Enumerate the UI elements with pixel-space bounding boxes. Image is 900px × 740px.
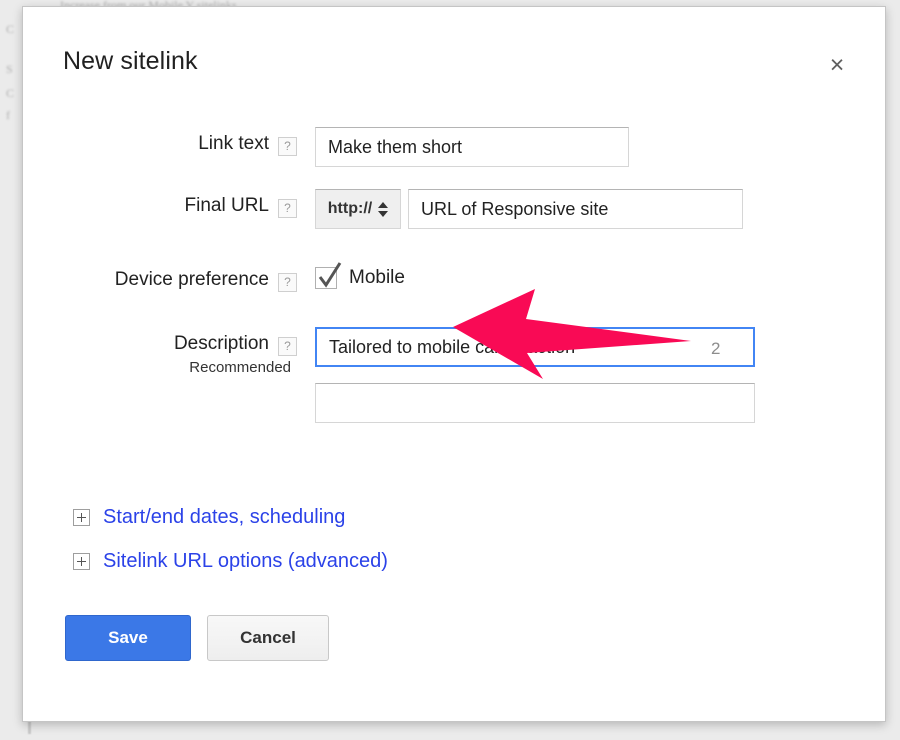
checkbox-box	[315, 262, 342, 289]
expander-start-end-dates-label: Start/end dates, scheduling	[103, 505, 346, 528]
help-icon-link-text[interactable]: ?	[278, 137, 297, 156]
checkmark-icon	[318, 262, 342, 288]
dialog-action-bar: Save Cancel	[65, 615, 329, 661]
sitelink-form: Link text ? Final URL ? http:// Device p…	[23, 125, 885, 441]
form-row-final-url: Final URL ? http://	[23, 187, 885, 261]
dialog-title: New sitelink	[63, 47, 198, 75]
form-row-link-text: Link text ?	[23, 125, 885, 187]
description-input-2[interactable]	[315, 383, 755, 423]
expandable-sections: Start/end dates, scheduling Sitelink URL…	[73, 495, 388, 583]
description-char-counter: 2	[711, 339, 721, 358]
close-icon[interactable]: ×	[823, 51, 851, 79]
backdrop-text: C	[6, 22, 15, 36]
final-url-label: Final URL	[184, 195, 269, 216]
final-url-input[interactable]	[408, 189, 743, 229]
backdrop-text: f	[6, 108, 10, 122]
cancel-button[interactable]: Cancel	[207, 615, 329, 661]
device-preference-label: Device preference	[114, 269, 269, 290]
description-sublabel: Recommended	[189, 359, 291, 376]
new-sitelink-dialog: New sitelink × Link text ? Final URL ? h…	[22, 6, 886, 722]
expander-sitelink-url-options-label: Sitelink URL options (advanced)	[103, 549, 388, 572]
plus-icon	[73, 552, 90, 570]
help-icon-description[interactable]: ?	[278, 337, 297, 356]
help-icon-final-url[interactable]: ?	[278, 199, 297, 218]
up-down-stepper-icon	[378, 201, 389, 217]
description-input[interactable]	[315, 327, 755, 367]
link-text-label: Link text	[198, 133, 269, 154]
save-button[interactable]: Save	[65, 615, 191, 661]
url-scheme-value: http://	[327, 200, 373, 217]
backdrop-text: C	[6, 86, 15, 100]
backdrop-text: S	[6, 62, 13, 76]
expander-start-end-dates[interactable]: Start/end dates, scheduling	[73, 495, 388, 539]
form-row-description-2	[23, 383, 885, 441]
mobile-checkbox-label: Mobile	[349, 267, 405, 288]
description-label: Description	[173, 333, 269, 354]
form-row-device-preference: Device preference ? Mobile	[23, 261, 885, 325]
mobile-checkbox[interactable]: Mobile	[315, 262, 405, 289]
plus-icon	[73, 508, 90, 526]
link-text-input[interactable]	[315, 127, 629, 167]
url-scheme-select[interactable]: http://	[315, 189, 401, 229]
expander-sitelink-url-options[interactable]: Sitelink URL options (advanced)	[73, 539, 388, 583]
help-icon-device-preference[interactable]: ?	[278, 273, 297, 292]
form-row-description: Description Recommended ? 2	[23, 325, 885, 383]
